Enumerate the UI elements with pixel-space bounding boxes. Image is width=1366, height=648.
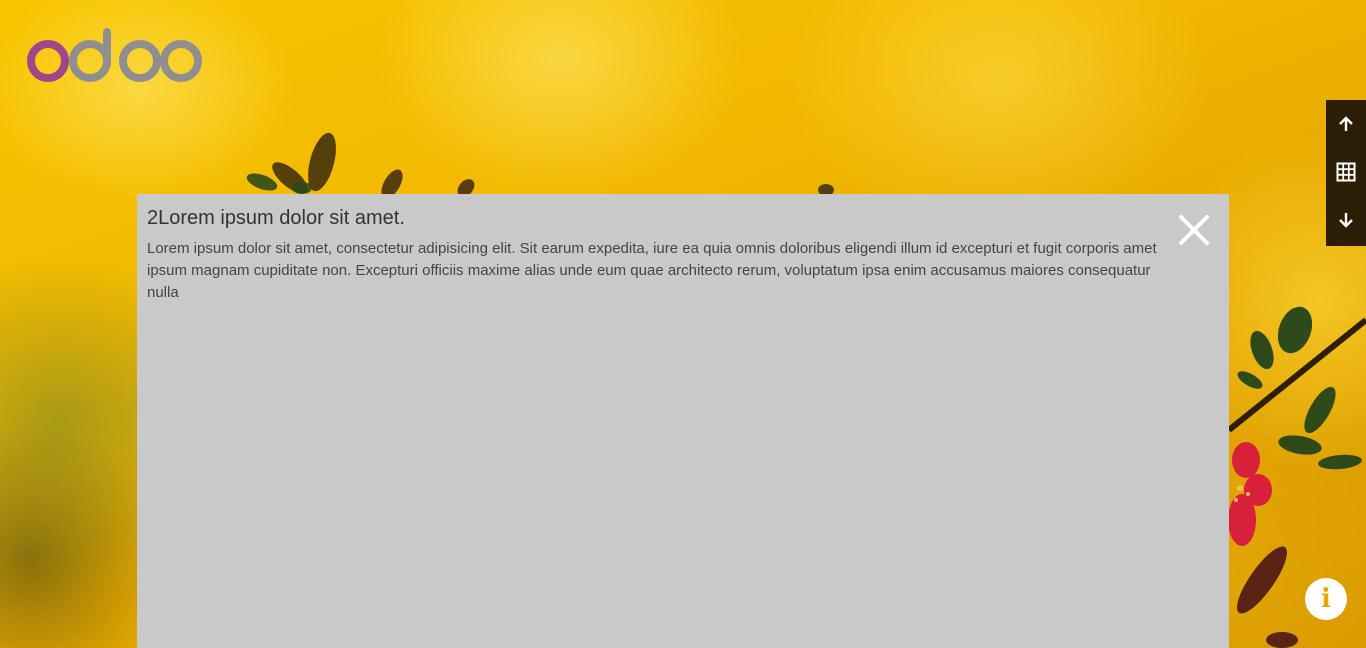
- content-panel: 2Lorem ipsum dolor sit amet. Lorem ipsum…: [137, 194, 1229, 648]
- close-icon: [1179, 215, 1209, 245]
- info-button[interactable]: i: [1305, 578, 1347, 620]
- arrow-down-icon: [1339, 213, 1353, 228]
- next-button[interactable]: [1326, 196, 1366, 244]
- grid-view-button[interactable]: [1326, 148, 1366, 196]
- arrow-up-icon: [1339, 116, 1353, 131]
- close-button[interactable]: [1176, 212, 1212, 248]
- panel-body-text: Lorem ipsum dolor sit amet, consectetur …: [147, 240, 1157, 301]
- slide-navigation: [1326, 100, 1366, 246]
- grid-icon: [1336, 162, 1356, 182]
- page-root: 2Lorem ipsum dolor sit amet. Lorem ipsum…: [0, 0, 1366, 648]
- panel-title: 2Lorem ipsum dolor sit amet.: [147, 207, 405, 229]
- info-icon: i: [1321, 584, 1331, 614]
- odoo-logo[interactable]: [27, 26, 203, 84]
- previous-button[interactable]: [1326, 100, 1366, 148]
